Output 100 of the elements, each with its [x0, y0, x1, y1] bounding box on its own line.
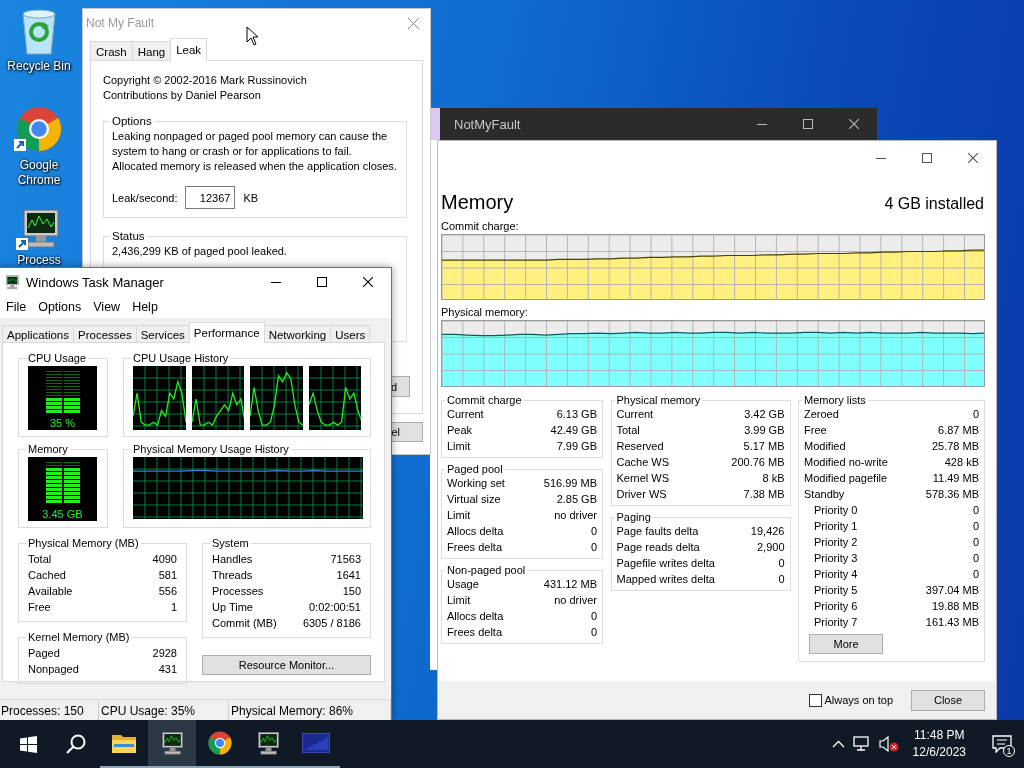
section-heading: Memory	[441, 191, 514, 214]
stat-label: Handles	[212, 552, 253, 567]
stat-value: 0	[590, 524, 597, 539]
stat-value: 2928	[152, 646, 177, 661]
stat-label: Limit	[447, 593, 471, 608]
taskbar-button[interactable]	[148, 720, 196, 768]
notifications-button[interactable]: 1	[980, 720, 1024, 768]
stat-value: 1641	[336, 568, 361, 583]
group-title: Status	[111, 230, 146, 242]
notification-icon	[992, 735, 1012, 753]
network-icon[interactable]	[852, 736, 871, 752]
stat-label: Priority 2	[814, 535, 858, 550]
stat-value: 0	[778, 572, 785, 587]
menu-item[interactable]: Options	[32, 300, 88, 314]
stat-label: Driver WS	[616, 487, 667, 502]
cpu-history-graph	[191, 366, 244, 430]
group-title: Kernel Memory (MB)	[27, 631, 131, 643]
stat-value: 200.76 MB	[731, 455, 785, 470]
stat-label: Kernel WS	[616, 471, 670, 486]
monitor-icon[interactable]	[16, 208, 62, 250]
stat-label: Priority 6	[814, 599, 858, 614]
stat-value: 19,426	[750, 524, 785, 539]
minimize-icon	[757, 123, 767, 125]
stat-label: Working set	[447, 476, 505, 491]
stat-value: 0	[972, 551, 979, 566]
desktop-icon-label[interactable]: Google Chrome	[0, 158, 78, 188]
stat-value: 3.42 GB	[744, 407, 785, 422]
windows-logo-icon	[19, 735, 37, 753]
stat-label: Threads	[212, 568, 253, 583]
resource-monitor-button[interactable]: Resource Monitor...	[202, 655, 371, 675]
field-label: Leak/second:	[112, 191, 178, 204]
stat-value: 581	[158, 568, 177, 583]
tab[interactable]: Applications	[2, 325, 74, 343]
stat-value: 556	[158, 584, 177, 599]
more-button[interactable]: More	[809, 634, 883, 654]
tab[interactable]: Hang	[131, 41, 172, 61]
close-button[interactable]: Close	[911, 689, 985, 711]
stat-value: 0:02:00:51	[309, 600, 361, 615]
stat-label: Modified pagefile	[804, 471, 888, 486]
group-title: Commit charge	[446, 394, 523, 406]
tab[interactable]: Crash	[90, 41, 133, 61]
stat-value: 19.88 MB	[931, 599, 979, 614]
stat-value: 2,900	[756, 540, 785, 555]
cpu-history-graph	[308, 366, 361, 430]
stat-label: Priority 4	[814, 567, 858, 582]
stat-value: 7.99 GB	[556, 439, 597, 454]
tab[interactable]: Leak	[170, 38, 208, 61]
desktop-icon-label[interactable]: Recycle Bin	[7, 59, 71, 74]
stat-value: 578.36 MB	[925, 487, 979, 502]
menu-item[interactable]: View	[87, 300, 127, 314]
maximize-icon	[922, 153, 932, 163]
status-text: 2,436,299 KB of paged pool leaked.	[112, 244, 288, 259]
stat-value: 0	[972, 503, 979, 518]
graph-label: Physical memory:	[441, 306, 529, 318]
stat-value: 71563	[330, 552, 361, 567]
clock[interactable]: 11:48 PM 12/6/2023	[906, 727, 972, 761]
dialog-button[interactable]: el	[392, 422, 423, 442]
close-icon	[849, 119, 859, 129]
stat-label: Cached	[28, 568, 66, 583]
stat-label: Priority 0	[814, 503, 858, 518]
stat-value: 3.99 GB	[744, 423, 785, 438]
group-title: Physical memory	[615, 394, 702, 406]
time-text[interactable]: 11:48 PM	[914, 727, 965, 744]
always-on-top-checkbox[interactable]: Always on top	[808, 693, 893, 707]
stat-label: Priority 5	[814, 583, 858, 598]
stat-value: 6.87 MB	[938, 423, 979, 438]
unit-label: KB	[243, 191, 259, 204]
stat-value: no driver	[554, 508, 597, 523]
maximize-icon	[803, 119, 813, 129]
group-title: Paged pool	[446, 463, 504, 475]
group-title: Memory lists	[803, 394, 867, 406]
chevron-up-icon[interactable]	[831, 740, 845, 748]
stat-label: Cache WS	[616, 455, 670, 470]
close-icon	[363, 277, 373, 287]
volume-muted-icon[interactable]	[878, 736, 899, 752]
stat-value: 428 kB	[944, 455, 979, 470]
dialog-button[interactable]: d	[392, 376, 410, 397]
date-text[interactable]: 12/6/2023	[912, 744, 966, 761]
group-title: Memory	[27, 443, 69, 455]
stat-label: Priority 7	[814, 615, 858, 630]
tab[interactable]: Performance	[188, 322, 265, 343]
menu-item[interactable]: File	[0, 300, 33, 314]
monitor-icon	[255, 730, 281, 756]
meter-reading: 3.45 GB	[42, 508, 83, 520]
stat-value: 5.17 MB	[743, 439, 785, 454]
menu-item[interactable]: Help	[126, 300, 164, 314]
stat-value: 0	[972, 519, 979, 534]
desktop-icon-label[interactable]: Process	[17, 253, 61, 268]
stat-label: Pagefile writes delta	[616, 556, 715, 571]
stat-value: 516.99 MB	[543, 476, 597, 491]
leak-rate-field[interactable]: 12367	[185, 186, 236, 209]
stat-label: Modified no-write	[804, 455, 888, 470]
stat-value: 25.78 MB	[931, 439, 979, 454]
window-title: Not My Fault	[86, 16, 154, 30]
tab[interactable]: Networking	[263, 325, 332, 343]
stat-value: 150	[342, 584, 361, 599]
tab[interactable]: Users	[330, 325, 371, 343]
installed-memory-text: 4 GB installed	[884, 195, 984, 213]
stat-label: Page reads delta	[616, 540, 700, 555]
stat-label: Available	[28, 584, 73, 599]
